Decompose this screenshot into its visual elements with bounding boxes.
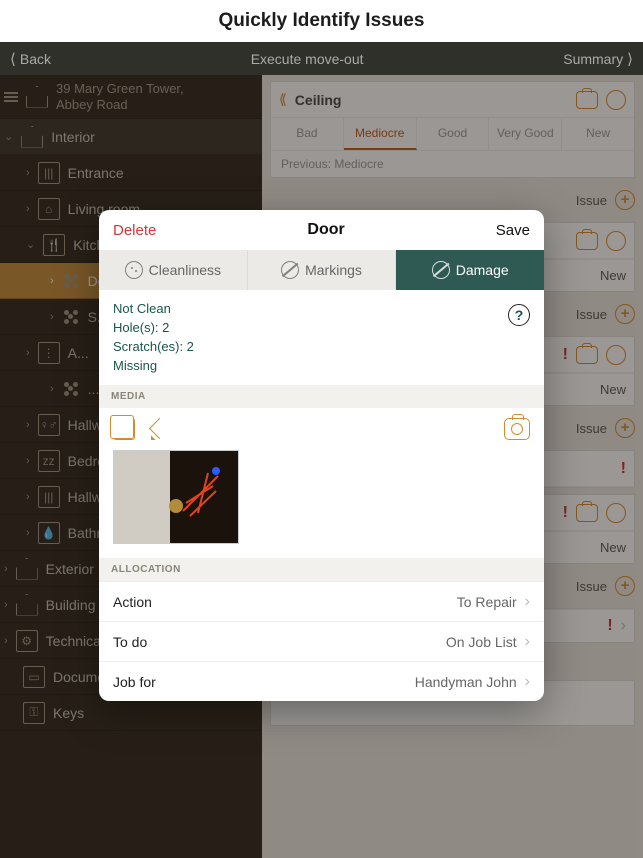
menu-icon[interactable] [4, 92, 18, 102]
markings-icon [281, 261, 299, 279]
gear-icon: ⚙ [16, 630, 38, 652]
page-title: Quickly Identify Issues [0, 0, 643, 42]
add-issue-button[interactable] [615, 576, 635, 596]
camera-icon[interactable] [576, 91, 598, 109]
cleanliness-icon [125, 261, 143, 279]
rating-mediocre[interactable]: Mediocre [344, 118, 417, 150]
row-todo[interactable]: To do On Job List› [99, 621, 544, 661]
rating-verygood[interactable]: Very Good [489, 118, 562, 150]
chevron-right-icon: › [525, 673, 530, 691]
previous-value: Previous: Mediocre [271, 151, 634, 177]
modal-tabs: Cleanliness Markings Damage [99, 250, 544, 290]
damage-summary: Not Clean Hole(s): 2 Scratch(es): 2 Miss… [99, 290, 544, 385]
row-action[interactable]: Action To Repair› [99, 581, 544, 621]
rating-bad[interactable]: Bad [271, 118, 344, 150]
gallery-icon[interactable] [113, 418, 135, 440]
summary-button[interactable]: Summary⟩ [563, 50, 633, 68]
expand-icon[interactable] [606, 231, 626, 251]
back-button[interactable]: ⟨Back [10, 50, 51, 68]
key-icon: ⚿ [23, 702, 45, 724]
save-button[interactable]: Save [496, 222, 530, 239]
chevron-down-icon: ⌄ [4, 130, 13, 143]
sidebar-address[interactable]: 39 Mary Green Tower,Abbey Road [0, 75, 262, 119]
document-icon: ▭ [23, 666, 45, 688]
chevron-left-icon: ⟨ [10, 50, 16, 68]
tab-damage[interactable]: Damage [396, 250, 544, 290]
sidebar-interior[interactable]: ⌄ Interior [0, 119, 262, 155]
sidebar-item-entrance[interactable]: ›|||Entrance [0, 155, 262, 191]
topbar: ⟨Back Execute move-out Summary⟩ [0, 42, 643, 75]
rating-row: Bad Mediocre Good Very Good New [271, 118, 634, 151]
tab-cleanliness[interactable]: Cleanliness [99, 250, 248, 290]
expand-icon[interactable] [606, 90, 626, 110]
add-issue-button[interactable] [615, 418, 635, 438]
row-job[interactable]: Job for Handyman John› [99, 661, 544, 701]
dots-icon [62, 272, 80, 290]
chevron-right-icon: ⟩ [627, 50, 633, 68]
expand-icon[interactable] [606, 503, 626, 523]
pencil-icon[interactable] [149, 418, 171, 440]
card-ceiling: ⟪ Ceiling Bad Mediocre Good Very Good Ne… [270, 81, 635, 178]
alert-icon: ! [607, 617, 612, 635]
damage-icon [432, 261, 450, 279]
camera-icon[interactable] [504, 418, 530, 440]
rating-good[interactable]: Good [417, 118, 490, 150]
media-thumbnail[interactable] [113, 450, 239, 544]
hazard-icon[interactable]: ⟪ [279, 91, 287, 108]
allocation-label: ALLOCATION [99, 558, 544, 581]
home-icon [26, 86, 48, 108]
chevron-right-icon: › [525, 593, 530, 611]
delete-button[interactable]: Delete [113, 222, 156, 239]
home-icon [21, 126, 43, 148]
media-label: MEDIA [99, 385, 544, 408]
chevron-right-icon: › [525, 633, 530, 651]
camera-icon[interactable] [576, 504, 598, 522]
add-issue-button[interactable] [615, 190, 635, 210]
topbar-title: Execute move-out [251, 51, 364, 67]
camera-icon[interactable] [576, 232, 598, 250]
door-modal: Delete Door Save Cleanliness Markings Da… [99, 210, 544, 701]
issue-label: Issue [576, 193, 607, 208]
new-label: New [600, 268, 626, 283]
tab-markings[interactable]: Markings [248, 250, 397, 290]
add-issue-button[interactable] [615, 304, 635, 324]
help-icon[interactable]: ? [508, 304, 530, 326]
expand-icon[interactable] [606, 345, 626, 365]
issue-label: Issue [576, 307, 607, 322]
camera-icon[interactable] [576, 346, 598, 364]
rating-new[interactable]: New [562, 118, 634, 150]
modal-title: Door [307, 221, 344, 239]
